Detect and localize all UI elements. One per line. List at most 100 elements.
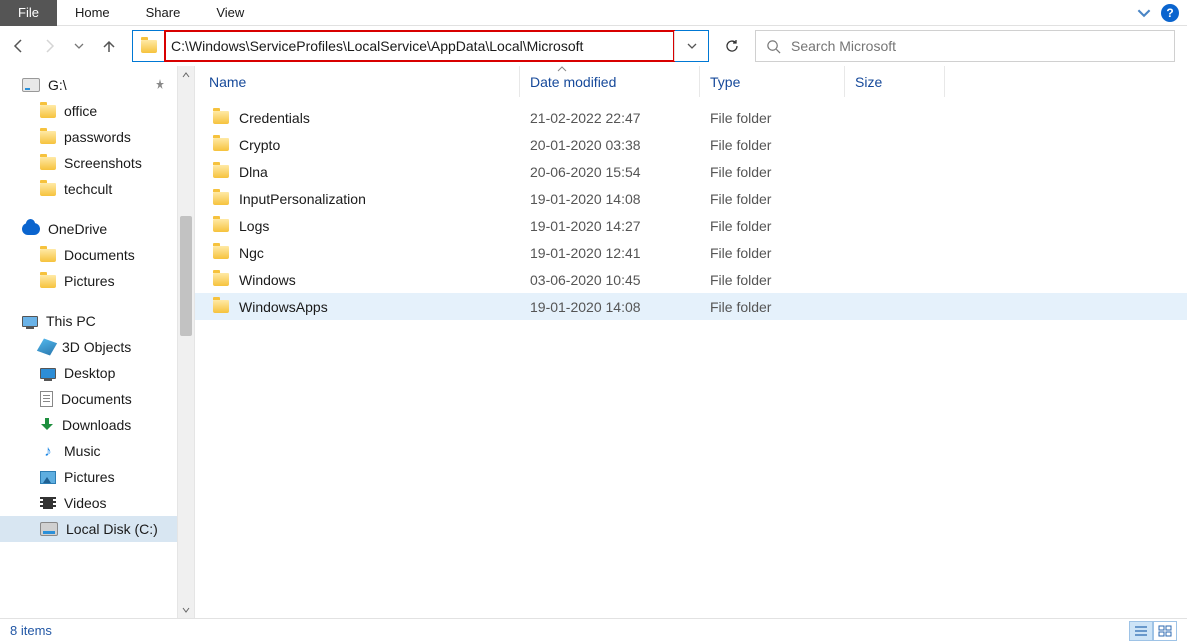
sidebar-item-videos[interactable]: Videos [0,490,194,516]
file-date: 20-01-2020 03:38 [520,137,700,153]
sidebar-label: G:\ [48,77,67,93]
scroll-down-icon[interactable] [178,601,194,618]
collapse-ribbon-icon[interactable] [1137,6,1151,20]
column-headers: Name Date modified Type Size [195,66,1187,98]
sidebar-item-onedrive-documents[interactable]: Documents [0,242,194,268]
file-name: Dlna [239,164,268,180]
file-row[interactable]: Logs19-01-2020 14:27File folder [195,212,1187,239]
search-input[interactable] [791,38,1164,54]
address-bar[interactable]: C:\Windows\ServiceProfiles\LocalService\… [132,30,709,62]
music-icon: ♪ [40,443,56,460]
sidebar-label: Pictures [64,273,115,289]
folder-icon [40,131,56,144]
view-largeicons-button[interactable] [1153,621,1177,641]
folder-icon [40,249,56,262]
file-date: 20-06-2020 15:54 [520,164,700,180]
sidebar-item-techcult[interactable]: techcult [0,176,194,202]
file-type: File folder [700,191,845,207]
sidebar-item-drive-g[interactable]: G:\ [0,72,194,98]
search-box[interactable] [755,30,1175,62]
sidebar-item-onedrive-pictures[interactable]: Pictures [0,268,194,294]
folder-icon [213,192,229,205]
video-icon [40,497,56,509]
scroll-thumb[interactable] [180,216,192,336]
file-type: File folder [700,110,845,126]
back-button[interactable] [10,37,28,55]
help-icon[interactable]: ? [1161,4,1179,22]
file-row[interactable]: Ngc19-01-2020 12:41File folder [195,239,1187,266]
file-row[interactable]: Windows 03-06-2020 10:45File folder [195,266,1187,293]
file-row[interactable]: Dlna 20-06-2020 15:54File folder [195,158,1187,185]
sidebar-item-passwords[interactable]: passwords [0,124,194,150]
address-path[interactable]: C:\Windows\ServiceProfiles\LocalService\… [165,31,674,61]
sidebar-label: Desktop [64,365,115,381]
sidebar-item-localdisk-c[interactable]: Local Disk (C:) [0,516,194,542]
up-button[interactable] [100,37,118,55]
column-header-name[interactable]: Name [195,66,520,97]
sidebar-label: Pictures [64,469,115,485]
file-row[interactable]: Credentials 21-02-2022 22:47File folder [195,104,1187,131]
file-type: File folder [700,245,845,261]
sidebar-label: Local Disk (C:) [66,521,158,537]
forward-button[interactable] [40,37,58,55]
folder-icon [213,111,229,124]
sidebar-scrollbar[interactable] [177,66,194,618]
sidebar-label: techcult [64,181,112,197]
sidebar-item-desktop[interactable]: Desktop [0,360,194,386]
file-date: 19-01-2020 14:27 [520,218,700,234]
tab-view[interactable]: View [198,0,262,26]
sidebar-label: OneDrive [48,221,107,237]
tab-file[interactable]: File [0,0,57,26]
file-name: Credentials [239,110,310,126]
folder-icon [213,165,229,178]
file-row[interactable]: WindowsApps19-01-2020 14:08File folder [195,293,1187,320]
tab-home[interactable]: Home [57,0,128,26]
sort-indicator-icon [557,65,567,73]
file-type: File folder [700,164,845,180]
document-icon [40,391,53,407]
file-date: 21-02-2022 22:47 [520,110,700,126]
file-list-pane: Name Date modified Type Size Credentials… [195,66,1187,618]
address-history-dropdown[interactable] [674,31,708,61]
sidebar-label: This PC [46,313,96,329]
sidebar-item-screenshots[interactable]: Screenshots [0,150,194,176]
sidebar-label: Music [64,443,101,459]
sidebar-item-pictures[interactable]: Pictures [0,464,194,490]
disk-icon [40,522,58,536]
file-name: Ngc [239,245,264,261]
sidebar-label: Documents [64,247,135,263]
sidebar-item-music[interactable]: ♪ Music [0,438,194,464]
file-row[interactable]: Crypto20-01-2020 03:38File folder [195,131,1187,158]
refresh-button[interactable] [715,30,749,62]
navigation-pane: G:\ office passwords Screenshots techcul… [0,66,195,618]
file-date: 03-06-2020 10:45 [520,272,700,288]
drive-icon [22,78,40,92]
file-row[interactable]: InputPersonalization19-01-2020 14:08File… [195,185,1187,212]
sidebar-item-onedrive[interactable]: OneDrive [0,216,194,242]
file-name: Crypto [239,137,280,153]
sidebar-item-downloads[interactable]: Downloads [0,412,194,438]
sidebar-item-documents[interactable]: Documents [0,386,194,412]
scroll-up-icon[interactable] [178,66,194,83]
recent-locations-dropdown[interactable] [70,37,88,55]
file-rows: Credentials21-02-2022 22:47File folderCr… [195,98,1187,320]
column-header-type[interactable]: Type [700,66,845,97]
sidebar-item-3dobjects[interactable]: 3D Objects [0,334,194,360]
file-type: File folder [700,299,845,315]
sidebar-item-thispc[interactable]: This PC [0,308,194,334]
file-name: WindowsApps [239,299,328,315]
cloud-icon [22,223,40,235]
column-header-date[interactable]: Date modified [520,66,700,97]
search-icon [766,39,781,54]
column-header-size[interactable]: Size [845,66,945,97]
folder-icon [40,105,56,118]
status-item-count: 8 items [10,623,52,638]
sidebar-item-office[interactable]: office [0,98,194,124]
tab-share[interactable]: Share [128,0,199,26]
file-type: File folder [700,272,845,288]
file-name: InputPersonalization [239,191,366,207]
sidebar-label: Videos [64,495,107,511]
sidebar-label: Downloads [62,417,131,433]
view-details-button[interactable] [1129,621,1153,641]
file-name: Windows [239,272,296,288]
